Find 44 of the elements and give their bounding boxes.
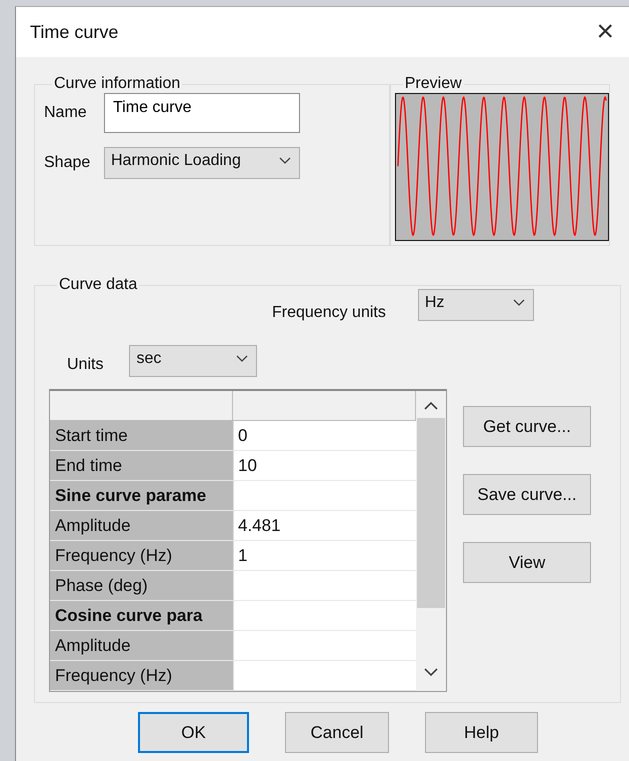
parameter-label: Start time [50, 421, 233, 451]
parameter-label: End time [50, 451, 233, 481]
parameter-label: Amplitude [50, 631, 233, 661]
value-cell[interactable] [233, 631, 416, 661]
name-field[interactable]: Time curve [104, 93, 300, 133]
field-label: Units [67, 356, 104, 374]
parameter-label: Frequency (Hz) [50, 661, 233, 691]
window-title: Time curve [30, 22, 118, 42]
group-title: Curve data [58, 276, 138, 294]
shape-dropdown[interactable]: Harmonic Loading [104, 147, 300, 179]
side-button[interactable]: Get curve... [463, 406, 591, 447]
value-cell[interactable] [233, 481, 416, 511]
field-label: Name [44, 104, 88, 122]
chevron-down-icon [512, 299, 525, 307]
side-button[interactable]: Save curve... [463, 474, 591, 515]
side-button[interactable]: View [463, 542, 591, 583]
section-heading: Cosine curve para [50, 601, 233, 631]
units-dropdown[interactable]: sec [129, 345, 258, 377]
value-cell[interactable]: 10 [233, 451, 416, 481]
chevron-down-icon [279, 157, 291, 165]
scroll-thumb[interactable] [417, 418, 445, 608]
dialog-button[interactable]: OK [138, 712, 249, 753]
dialog-button[interactable]: Help [425, 712, 538, 753]
dialog-button[interactable]: Cancel [285, 712, 389, 753]
section-heading: Sine curve parame [50, 481, 233, 511]
parameter-label: Amplitude [50, 511, 233, 541]
value-cell[interactable]: 1 [233, 541, 416, 571]
close-button[interactable]: × [594, 17, 616, 47]
scroll-up-icon[interactable] [424, 401, 438, 411]
field-label: Shape [44, 154, 92, 172]
parameter-label: Frequency (Hz) [50, 541, 233, 571]
value-cell[interactable]: 4.481 [233, 511, 416, 541]
scroll-down-icon[interactable] [424, 667, 438, 677]
chevron-down-icon [236, 355, 248, 363]
group-title: Preview [404, 75, 463, 93]
parameter-label: Phase (deg) [50, 571, 233, 601]
value-cell[interactable]: 0 [233, 421, 416, 451]
field-label: Frequency units [272, 304, 386, 322]
value-cell[interactable] [233, 601, 416, 631]
value-cell[interactable] [233, 661, 416, 691]
scroll-bar[interactable] [416, 391, 446, 691]
frequency-units-dropdown[interactable]: Hz [418, 289, 534, 321]
group-title: Curve information [53, 75, 182, 93]
value-cell[interactable] [233, 571, 416, 601]
